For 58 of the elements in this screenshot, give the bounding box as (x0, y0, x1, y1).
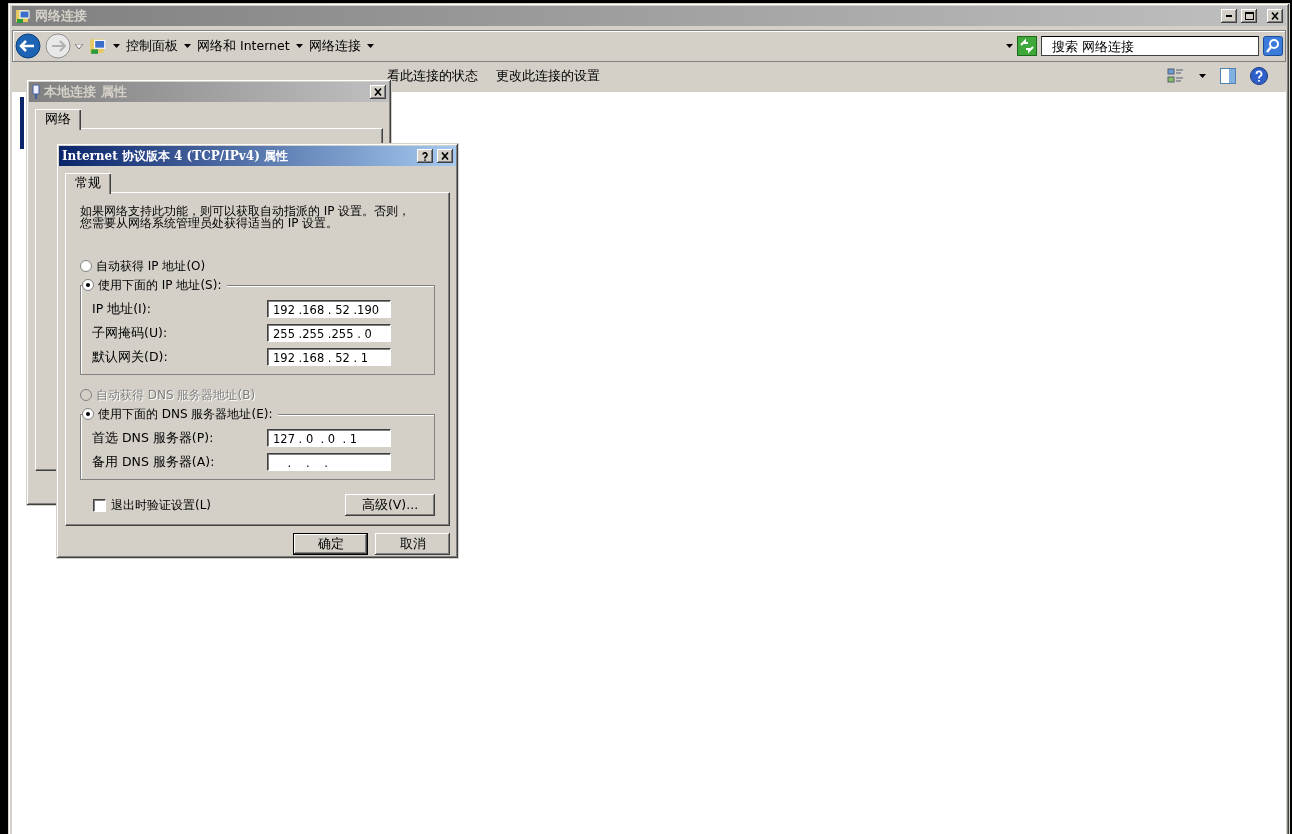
ip-address-field[interactable]: . . . (267, 453, 391, 471)
field-label: 首选 DNS 服务器(P): (92, 429, 214, 447)
dialog-button[interactable]: 取消 (375, 533, 450, 555)
caret-icon (1006, 44, 1013, 48)
caret-icon (366, 44, 374, 48)
description-text: 如果网络支持此功能，则可以获取自动指派的 IP 设置。否则，您需要从网络系统管理员处获得适当的 IP 设置。 (80, 205, 412, 229)
caret-icon (1199, 74, 1206, 78)
radio-label: 使用下面的 DNS 服务器地址(E): (98, 405, 273, 423)
tab[interactable]: 网络 (35, 109, 81, 130)
minimize-icon (1226, 15, 1232, 17)
preview-pane-icon[interactable] (1220, 68, 1236, 84)
field-label: 默认网关(D): (92, 348, 168, 366)
dialog-title: Internet 协议版本 4 (TCP/IPv4) 属性 (62, 147, 289, 165)
radio-button[interactable] (82, 408, 94, 420)
back-button[interactable] (15, 33, 41, 59)
advanced-button[interactable]: 高级(V)... (345, 494, 435, 516)
checkbox-label: 退出时验证设置(L) (111, 496, 212, 514)
radio-label: 使用下面的 IP 地址(S): (98, 276, 222, 294)
help-icon (422, 151, 428, 161)
maximize-icon (1244, 12, 1254, 20)
close-button[interactable] (437, 149, 453, 163)
help-icon[interactable] (1250, 67, 1268, 85)
caret-icon (184, 44, 191, 48)
window-title: 网络连接 (35, 7, 88, 25)
close-icon (374, 88, 382, 96)
ip-address-field[interactable]: 192 .168 . 52 . 1 (267, 348, 391, 366)
breadcrumb-item[interactable]: 控制面板 (126, 37, 178, 55)
radio-label: 自动获得 DNS 服务器地址(B) (96, 386, 256, 404)
radio-label: 自动获得 IP 地址(O) (96, 257, 206, 275)
refresh-icon[interactable] (1017, 36, 1037, 56)
field-label: 备用 DNS 服务器(A): (92, 453, 215, 471)
help-button[interactable] (417, 149, 433, 163)
network-folder-icon (15, 8, 31, 24)
field-label: IP 地址(I): (92, 300, 151, 318)
network-folder-icon (89, 37, 107, 55)
breadcrumb-item[interactable]: 网络连接 (308, 37, 361, 55)
radio-button[interactable] (80, 260, 92, 272)
close-icon (1271, 12, 1279, 20)
dialog-title: 本地连接 属性 (44, 83, 128, 101)
selection-highlight (20, 97, 24, 149)
history-caret-icon[interactable] (75, 43, 83, 49)
search-field[interactable]: 搜索 网络连接 (1041, 36, 1259, 56)
checkbox[interactable] (93, 498, 106, 512)
field-label: 子网掩码(U): (92, 324, 168, 342)
toolbar-button[interactable]: 更改此连接的设置 (496, 67, 600, 85)
breadcrumb-item[interactable]: 网络和 Internet (197, 37, 290, 55)
ip-address-field[interactable]: 255 .255 .255 . 0 (267, 324, 391, 342)
ip-address-field[interactable]: 192 .168 . 52 .190 (267, 300, 391, 318)
view-icon[interactable] (1167, 68, 1185, 84)
search-icon[interactable] (1263, 36, 1283, 56)
ip-address-field[interactable]: 127 . 0 . 0 . 1 (267, 429, 391, 447)
dialog-button[interactable]: 确定 (293, 533, 368, 555)
radio-button[interactable] (82, 279, 94, 291)
caret-icon (113, 44, 120, 48)
connector-icon (32, 84, 40, 100)
tab[interactable]: 常规 (65, 173, 111, 194)
caret-icon (295, 44, 303, 48)
close-icon (441, 152, 449, 160)
